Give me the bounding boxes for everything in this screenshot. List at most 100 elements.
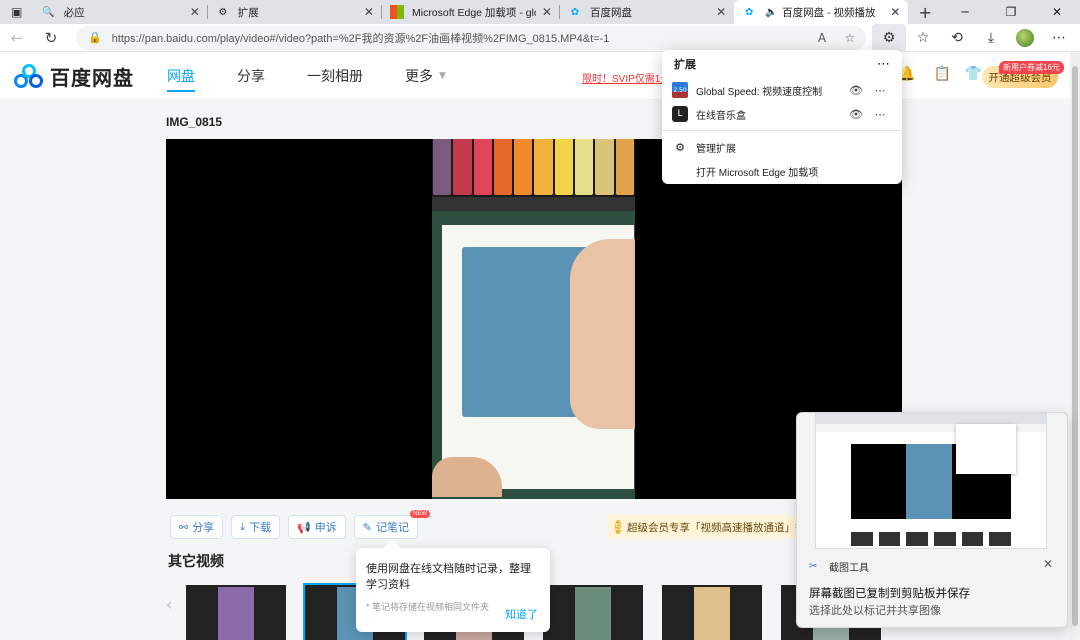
tab-title: 必应: [63, 6, 85, 19]
chevron-left-icon[interactable]: ‹: [166, 595, 172, 614]
tab-extensions[interactable]: ⚙ 扩展 ✕: [208, 0, 382, 24]
eye-hidden-icon[interactable]: 👁: [844, 108, 868, 121]
snip-notification[interactable]: ✂ 截图工具 ✕ 屏幕截图已复制到剪贴板并保存 选择此处以标记并共享图像: [796, 412, 1068, 628]
more-icon[interactable]: ⋯: [868, 108, 892, 121]
address-toolbar: ← ↻ 🔒 https://pan.baidu.com/play/video#/…: [0, 23, 1080, 52]
close-icon[interactable]: ✕: [716, 5, 726, 19]
video-thumbnail[interactable]: [543, 585, 643, 640]
svip-banner-text: 超级会员专享「视频高速播放通道」等30: [627, 521, 797, 534]
shirt-icon[interactable]: 👕: [965, 66, 982, 82]
tab-baidu-video[interactable]: ✿ 🔈 百度网盘 - 视频播放 ✕: [734, 0, 909, 24]
appeal-label: 申诉: [314, 522, 337, 534]
take-notes-label: 记笔记: [376, 522, 410, 534]
extensions-popup: 扩展 ⋯ 2.50 Global Speed: 视频速度控制 👁 ⋯ L 在线音…: [662, 50, 902, 184]
close-icon[interactable]: ✕: [364, 5, 374, 19]
nav-item-share[interactable]: 分享: [237, 52, 265, 100]
download-icon[interactable]: ⤓: [974, 24, 1008, 52]
profile-avatar[interactable]: [1008, 24, 1042, 52]
url-text[interactable]: https://pan.baidu.com/play/video#/video?…: [112, 30, 810, 46]
speaker-icon[interactable]: 🔈: [764, 5, 778, 19]
snip-app-name: 截图工具: [829, 563, 869, 574]
more-icon[interactable]: ⋯: [877, 56, 890, 72]
close-window-icon[interactable]: ✕: [1034, 0, 1080, 24]
tab-edge-addons[interactable]: Microsoft Edge 加载项 - global ✕: [382, 0, 560, 24]
open-edge-addons-item[interactable]: 打开 Microsoft Edge 加载项: [662, 159, 902, 183]
share-label: 分享: [192, 522, 215, 534]
global-speed-icon: 2.50: [672, 82, 688, 98]
music-box-icon: L: [672, 106, 688, 122]
manage-extensions-label: 管理扩展: [696, 143, 736, 155]
scrollbar-thumb[interactable]: [1072, 66, 1078, 626]
svip-banner[interactable]: S 超级会员专享「视频高速播放通道」等30: [607, 515, 797, 539]
download-label: 下载: [249, 522, 272, 534]
main-nav: 网盘 分享 一刻相册 更多 ▼: [167, 52, 488, 100]
tab-bing[interactable]: 🔍 必应 ✕: [34, 0, 208, 24]
new-badge: NEW: [410, 510, 430, 518]
extension-item-music-box[interactable]: L 在线音乐盒 👁 ⋯: [662, 102, 902, 126]
search-icon: 🔍: [42, 6, 55, 18]
nav-item-more[interactable]: 更多 ▼: [405, 52, 446, 100]
appeal-button[interactable]: 📢 申诉: [288, 515, 346, 539]
close-icon[interactable]: ✕: [890, 5, 900, 19]
browser-tab-strip: ▣ 🔍 必应 ✕ ⚙ 扩展 ✕ Microsoft Edge 加载项 - glo…: [0, 0, 1080, 24]
baidu-pan-logo[interactable]: 百度网盘: [14, 62, 134, 91]
logo-text: 百度网盘: [50, 68, 134, 90]
extension-item-global-speed[interactable]: 2.50 Global Speed: 视频速度控制 👁 ⋯: [662, 78, 902, 102]
close-icon[interactable]: ✕: [542, 5, 552, 19]
video-thumbnail[interactable]: [186, 585, 286, 640]
close-icon[interactable]: ✕: [190, 5, 200, 19]
video-player[interactable]: [166, 139, 902, 499]
new-tab-icon[interactable]: +: [908, 0, 942, 24]
lock-icon[interactable]: 🔒: [88, 31, 102, 44]
eye-hidden-icon[interactable]: 👁: [844, 84, 868, 97]
video-title: IMG_0815: [166, 115, 223, 129]
pen-icon: ✎: [362, 520, 373, 534]
share-icon: ⚯: [179, 520, 189, 534]
tab-title: Microsoft Edge 加载项 - global: [411, 6, 536, 19]
page-scrollbar[interactable]: [1070, 52, 1080, 640]
history-icon[interactable]: ⟲: [940, 24, 974, 52]
snip-title: 屏幕截图已复制到剪贴板并保存: [809, 588, 970, 600]
got-it-button[interactable]: 知道了: [505, 606, 538, 622]
favorites-icon[interactable]: ☆: [906, 24, 940, 52]
svip-coin-icon: S: [615, 520, 622, 534]
site-header: 百度网盘 网盘 分享 一刻相册 更多 ▼ 限时！SVIP仅需1元 🔔 📋 👕 开通…: [0, 52, 1070, 100]
restore-icon[interactable]: ❐: [988, 0, 1034, 24]
baidu-pan-logo-icon: [14, 63, 44, 90]
tooltip-main-text: 使用网盘在线文档随时记录，整理学习资料: [366, 563, 531, 591]
download-button[interactable]: ⤓ 下载: [231, 515, 281, 539]
nav-item-pan[interactable]: 网盘: [167, 52, 195, 100]
chevron-down-icon: ▼: [439, 71, 446, 81]
extensions-popup-title: 扩展: [674, 59, 696, 71]
close-icon[interactable]: ✕: [1043, 557, 1053, 571]
tab-baidu-pan[interactable]: ✿ 百度网盘 ✕: [560, 0, 734, 24]
take-notes-button[interactable]: ✎ 记笔记: [353, 515, 419, 539]
back-icon[interactable]: ←: [0, 24, 34, 52]
more-icon[interactable]: ⋯: [868, 84, 892, 97]
extensions-puzzle-icon[interactable]: ⚙: [872, 23, 906, 52]
tab-title: 扩展: [237, 6, 259, 19]
video-thumbnail[interactable]: [662, 585, 762, 640]
screenshot-preview[interactable]: [815, 413, 1047, 549]
snip-app-label: ✂ 截图工具: [809, 559, 869, 575]
tab-actions-icon[interactable]: ▣: [0, 0, 34, 24]
tab-title: 百度网盘 - 视频播放: [782, 6, 876, 19]
puzzle-icon: ⚙: [218, 6, 228, 18]
read-aloud-icon[interactable]: A: [810, 31, 834, 45]
more-menu-icon[interactable]: ⋯: [1042, 24, 1076, 52]
baidu-pan-icon: ✿: [570, 6, 580, 18]
clipboard-icon[interactable]: 📋: [933, 66, 950, 82]
refresh-icon[interactable]: ↻: [34, 24, 68, 52]
share-button[interactable]: ⚯ 分享: [170, 515, 224, 539]
minimize-icon[interactable]: ─: [942, 0, 988, 24]
manage-extensions-item[interactable]: ⚙ 管理扩展: [662, 135, 902, 159]
svip-promo-link[interactable]: 限时！SVIP仅需1元: [582, 70, 670, 85]
nav-item-album[interactable]: 一刻相册: [307, 52, 363, 100]
baidu-pan-icon: ✿: [744, 6, 754, 18]
puzzle-icon: ⚙: [675, 140, 685, 154]
notes-tooltip: 使用网盘在线文档随时记录，整理学习资料 * 笔记将存储在视频相同文件夹 知道了: [356, 548, 550, 632]
address-bar[interactable]: 🔒 https://pan.baidu.com/play/video#/vide…: [76, 25, 866, 50]
tab-title: 百度网盘: [589, 6, 632, 19]
video-frame: [432, 139, 635, 499]
favorite-star-icon[interactable]: ☆: [838, 31, 862, 45]
